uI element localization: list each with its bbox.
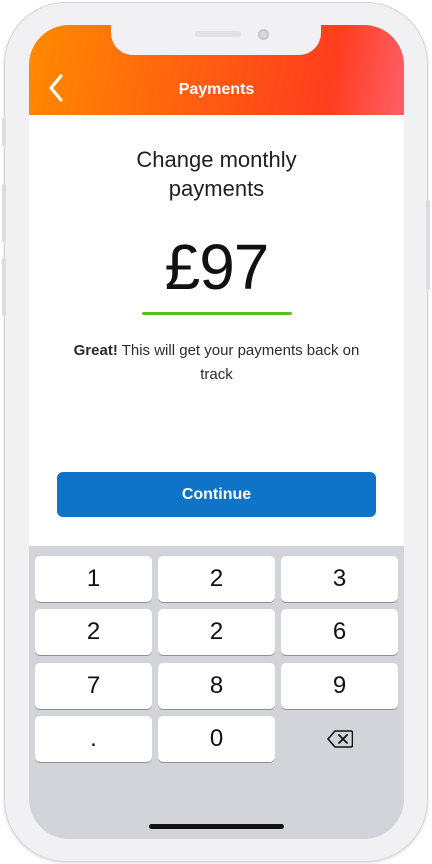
side-button	[2, 184, 6, 242]
keypad-key[interactable]: 6	[281, 609, 398, 655]
status-message: Great! This will get your payments back …	[69, 339, 364, 387]
continue-button[interactable]: Continue	[57, 472, 376, 517]
keypad-key[interactable]: 7	[35, 663, 152, 709]
speaker-grille	[195, 31, 241, 37]
header-bar: Payments	[29, 25, 404, 115]
keypad-key[interactable]: 3	[281, 556, 398, 602]
app-screen: Payments Change monthly payments £97 Gre…	[29, 25, 404, 839]
keypad-key[interactable]: 8	[158, 663, 275, 709]
side-button	[2, 118, 6, 146]
notch	[111, 25, 321, 55]
status-message-text: This will get your payments back on trac…	[117, 342, 360, 383]
home-indicator	[149, 824, 284, 829]
screen-heading: Change monthly payments	[69, 145, 364, 203]
side-button	[2, 258, 6, 316]
keypad-key[interactable]: 0	[158, 716, 275, 762]
payment-amount-display: £97	[164, 231, 270, 303]
page-title: Payments	[178, 81, 255, 98]
backspace-icon	[326, 730, 353, 748]
keypad-key[interactable]: 2	[35, 609, 152, 655]
heading-line-2: payments	[168, 176, 265, 201]
keypad-key[interactable]: 1	[35, 556, 152, 602]
keypad-key[interactable]: 2	[158, 609, 275, 655]
keypad-key[interactable]: 9	[281, 663, 398, 709]
side-button	[426, 200, 430, 290]
delete-key[interactable]	[281, 716, 398, 762]
amount-underline	[142, 312, 292, 315]
keypad-key-decimal[interactable]: .	[35, 716, 152, 762]
numeric-keypad: 1 2 3 2 2 6 7 8 9 . 0	[29, 546, 404, 839]
heading-line-1: Change monthly	[136, 147, 297, 172]
status-message-emphasis: Great!	[73, 342, 118, 359]
keypad-key[interactable]: 2	[158, 556, 275, 602]
camera-icon	[258, 29, 269, 40]
